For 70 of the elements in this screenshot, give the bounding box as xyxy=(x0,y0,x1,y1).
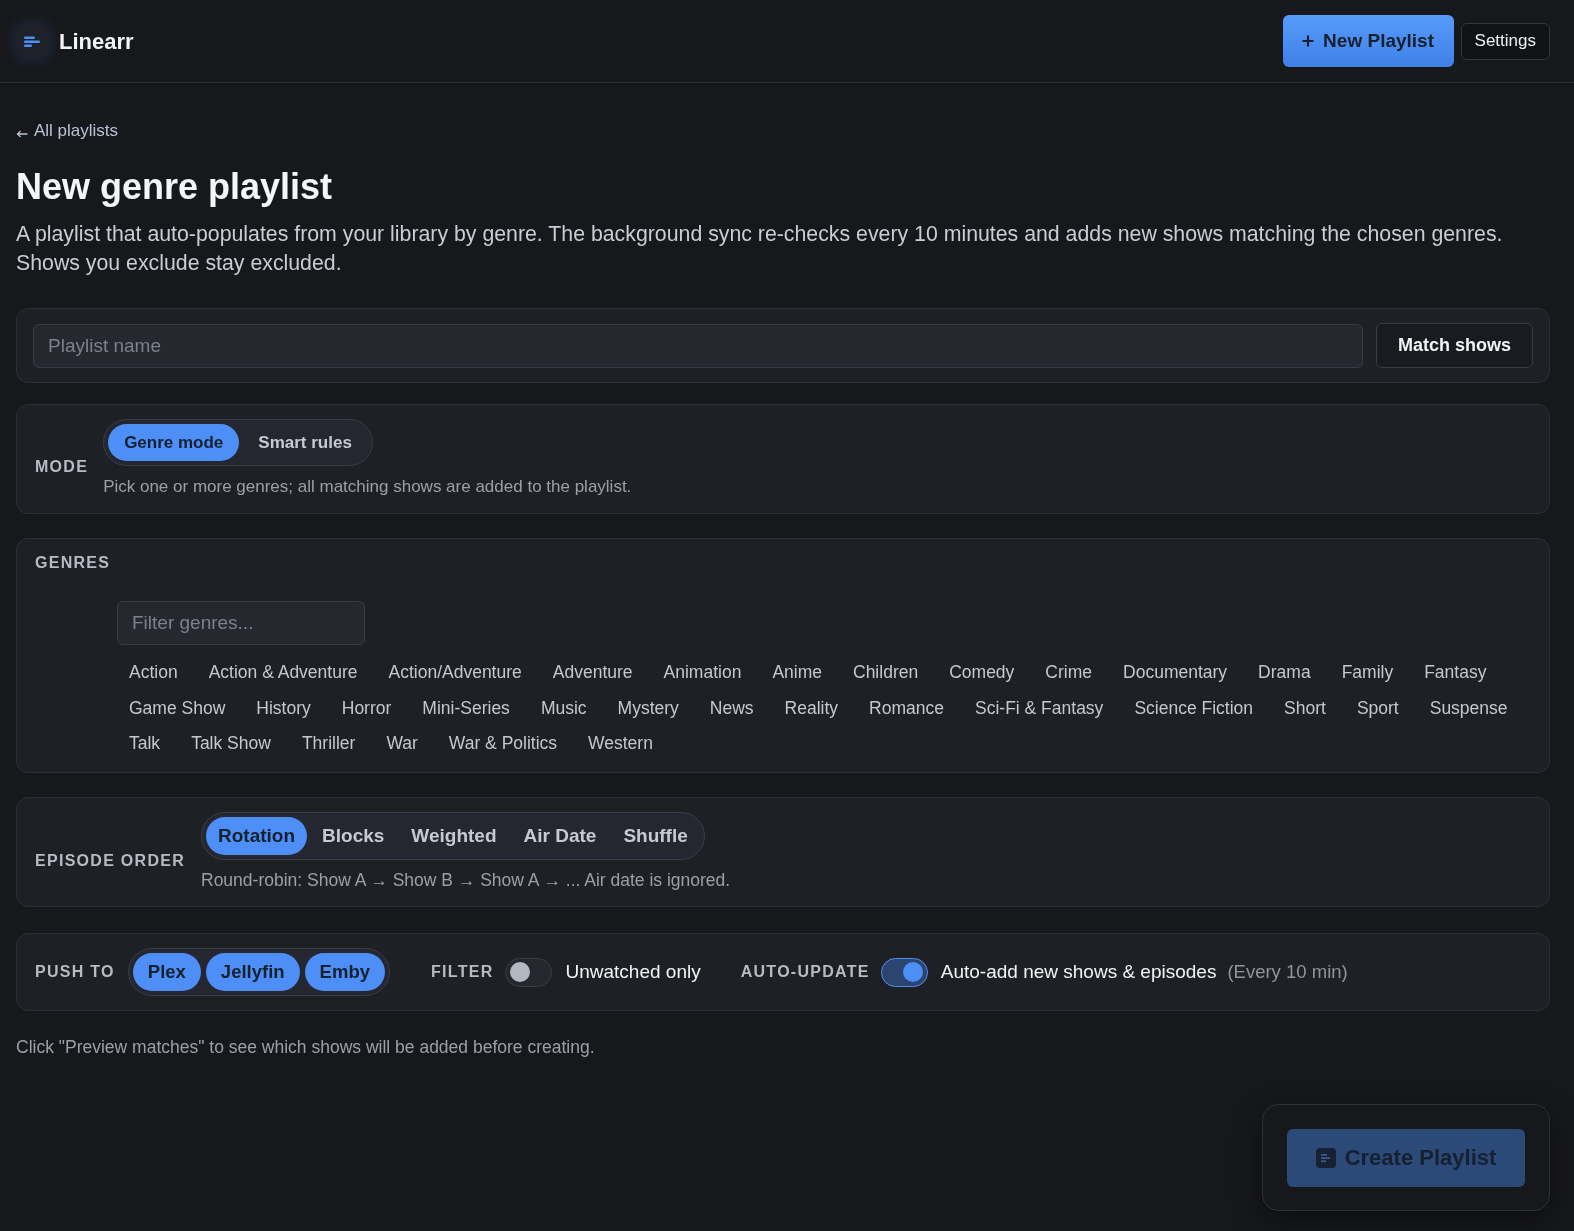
logo-icon xyxy=(16,24,49,58)
filter-label: FILTER xyxy=(431,962,494,982)
back-link[interactable]: All playlists xyxy=(16,120,119,142)
auto-update-text: Auto-add new shows & episodes xyxy=(940,959,1217,984)
episode-order-option[interactable]: Blocks xyxy=(310,817,397,855)
playlist-name-field[interactable]: Playlist name xyxy=(33,323,1363,368)
genre-option[interactable]: Short xyxy=(1272,691,1338,725)
genre-option[interactable]: Animation xyxy=(651,656,754,689)
genre-option[interactable]: Mini-Series xyxy=(410,691,522,725)
genre-option[interactable]: Crime xyxy=(1033,656,1105,689)
genre-option[interactable]: Thriller xyxy=(289,727,368,760)
genre-option[interactable]: Suspense xyxy=(1417,691,1520,725)
genre-option[interactable]: Talk xyxy=(117,727,173,760)
episode-order-option[interactable]: Weighted xyxy=(399,817,509,855)
auto-update-label: AUTO-UPDATE xyxy=(740,962,870,982)
genre-option[interactable]: Science Fiction xyxy=(1122,691,1266,725)
genre-option[interactable]: Drama xyxy=(1246,656,1323,689)
auto-update-toggle[interactable] xyxy=(880,957,928,987)
genre-option[interactable]: Action & Adventure xyxy=(196,656,370,689)
match-shows-button[interactable]: Match shows xyxy=(1376,323,1533,368)
plus-icon xyxy=(1302,35,1315,47)
mode-hint: Pick one or more genres; all matching shows are added to the playlist. xyxy=(103,476,632,498)
page-description: A playlist that auto-populates from your library by genre. The background sync re-checks every 10 minutes and adds new shows matching the chosen genres. Shows you exclude stay excluded. xyxy=(16,221,1504,277)
arrow-left-icon xyxy=(16,129,28,138)
genre-option[interactable]: Fantasy xyxy=(1412,656,1499,689)
genre-option[interactable]: War xyxy=(374,727,430,760)
genre-option[interactable]: History xyxy=(244,691,323,725)
genre-option[interactable]: Anime xyxy=(760,656,834,689)
new-playlist-button[interactable]: New Playlist xyxy=(1282,15,1454,67)
genre-option[interactable]: Children xyxy=(841,656,931,689)
genre-option[interactable]: Music xyxy=(528,691,599,725)
mode-option[interactable]: Genre mode xyxy=(108,424,240,461)
push-target-option[interactable]: Emby xyxy=(304,953,385,991)
push-target-option[interactable]: Plex xyxy=(132,953,201,991)
interval-note: (Every 10 min) xyxy=(1227,960,1348,985)
genre-option[interactable]: News xyxy=(697,691,766,725)
episode-order-hint: Round-robin: Show A → Show B → Show A → ... Air date is ignored. xyxy=(201,869,731,892)
genre-filter-field[interactable]: Filter genres... xyxy=(117,601,365,645)
genre-option[interactable]: Western xyxy=(576,727,665,760)
episode-order-label: EPISODE ORDER xyxy=(35,851,185,871)
push-to-label: PUSH TO xyxy=(35,962,115,982)
genre-option[interactable]: Romance xyxy=(857,691,956,725)
genre-option[interactable]: Talk Show xyxy=(179,727,283,760)
mode-label: MODE xyxy=(35,457,89,477)
genre-option[interactable]: Documentary xyxy=(1111,656,1240,689)
settings-button[interactable]: Settings xyxy=(1460,22,1550,60)
genre-option[interactable]: Action xyxy=(117,656,190,689)
genre-option[interactable]: Reality xyxy=(772,691,851,725)
genre-option[interactable]: Adventure xyxy=(540,656,645,689)
genre-option[interactable]: Game Show xyxy=(117,691,238,725)
genre-option[interactable]: Comedy xyxy=(937,656,1027,689)
episode-order-option[interactable]: Shuffle xyxy=(611,817,700,855)
genre-option[interactable]: War & Politics xyxy=(436,727,570,760)
genres-label: GENRES xyxy=(35,554,111,572)
page-title: New genre playlist xyxy=(16,165,333,209)
episode-order-option[interactable]: Air Date xyxy=(511,817,609,855)
list-icon xyxy=(1315,1147,1336,1168)
unwatched-label: Unwatched only xyxy=(565,959,701,984)
app-title: Linearr xyxy=(59,27,134,56)
genre-option[interactable]: Mystery xyxy=(605,691,691,725)
preview-note: Click "Preview matches" to see which shows will be added before creating. xyxy=(16,1036,595,1059)
mode-option[interactable]: Smart rules xyxy=(242,424,368,461)
episode-order-option[interactable]: Rotation xyxy=(206,817,308,855)
genre-option[interactable]: Sci-Fi & Fantasy xyxy=(963,691,1116,725)
genre-option[interactable]: Action/Adventure xyxy=(376,656,534,689)
genre-option[interactable]: Horror xyxy=(329,691,404,725)
push-target-option[interactable]: Jellyfin xyxy=(205,953,300,991)
genre-option[interactable]: Sport xyxy=(1344,691,1411,725)
genre-option[interactable]: Family xyxy=(1329,656,1406,689)
unwatched-toggle[interactable] xyxy=(504,957,552,987)
